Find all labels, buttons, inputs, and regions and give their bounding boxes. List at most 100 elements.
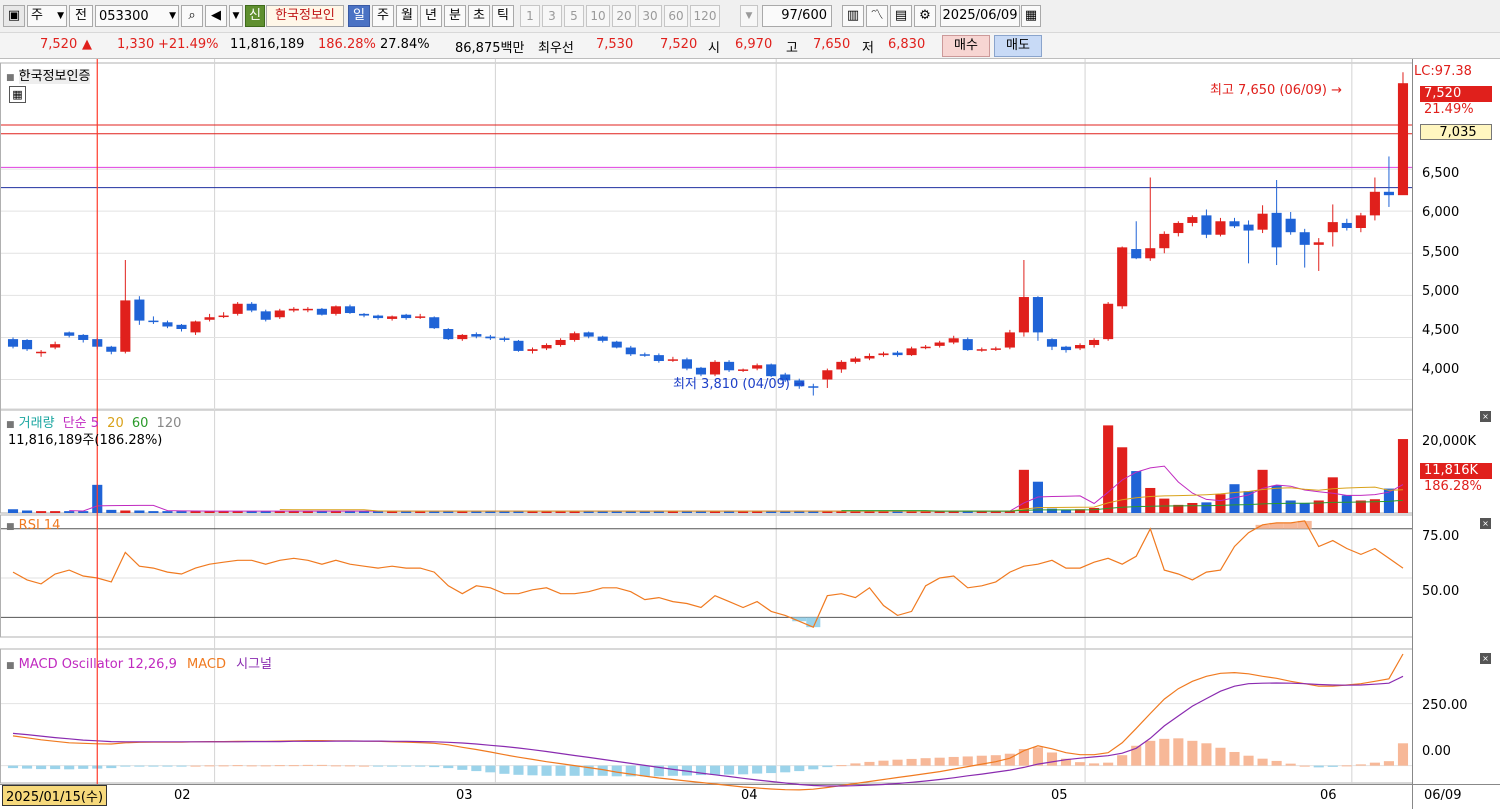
stock-code-input[interactable]	[96, 6, 178, 26]
macd-oscillator-bar	[808, 765, 819, 770]
date-field[interactable]: 2025/06/09	[940, 5, 1020, 27]
candle-body	[808, 386, 819, 388]
candle-body	[1145, 248, 1156, 259]
candle-body	[457, 334, 468, 340]
candle-body	[962, 339, 973, 351]
panel-menu-icon[interactable]: ×	[1480, 518, 1491, 529]
stock-code-combo[interactable]: ▼	[95, 5, 179, 27]
interval-120[interactable]: 120	[690, 5, 720, 27]
interval-5[interactable]: 5	[564, 5, 584, 27]
chart-area[interactable]: ■ 한국정보인증 ▦ 최고 7,650 (06/09) → 최저 3,810 (…	[0, 59, 1500, 809]
chevron-down-icon[interactable]: ▼	[169, 6, 176, 26]
macd-oscillator-bar	[485, 765, 496, 773]
tab-week[interactable]: 주	[372, 5, 394, 27]
candle-body	[176, 324, 187, 330]
candle-body	[878, 353, 889, 356]
price-tick-6500: 6,500	[1422, 166, 1460, 181]
tab-second[interactable]: 초	[468, 5, 490, 27]
candle-body	[1103, 303, 1114, 340]
layout-icon[interactable]: ▣	[3, 5, 25, 27]
search-icon[interactable]: ⌕	[181, 5, 203, 27]
macd-oscillator-bar	[1159, 738, 1170, 766]
custom-interval-select[interactable]: ▼	[740, 5, 758, 27]
candle-body	[1018, 297, 1029, 333]
macd-oscillator-bar	[358, 765, 370, 767]
panel-marker-icon: ■	[6, 661, 15, 671]
signal-button[interactable]: 신	[245, 5, 265, 27]
macd-oscillator-bar	[766, 765, 777, 774]
trade-amount: 86,875백만	[455, 41, 525, 56]
buy-button[interactable]: 매수	[942, 35, 990, 57]
interval-1[interactable]: 1	[520, 5, 540, 27]
macd-oscillator-bar	[232, 765, 243, 767]
tab-tick[interactable]: 틱	[492, 5, 514, 27]
macd-oscillator-bar	[1341, 765, 1352, 767]
macd-oscillator-bar	[218, 765, 229, 767]
candle-body	[639, 354, 650, 356]
macd-oscillator-bar	[892, 759, 903, 766]
interval-60[interactable]: 60	[664, 5, 688, 27]
macd-oscillator-bar	[780, 765, 791, 773]
compare-button[interactable]: 전	[69, 5, 93, 27]
sell-button[interactable]: 매도	[994, 35, 1042, 57]
macd-oscillator-bar	[794, 765, 805, 772]
tab-day[interactable]: 일	[348, 5, 370, 27]
candle-body	[330, 306, 341, 314]
chart-canvas[interactable]	[0, 59, 1500, 809]
period-select[interactable]: 주 ▼	[27, 5, 67, 27]
macd-oscillator-bar	[120, 765, 131, 767]
toolbar: ▣ 주 ▼ 전 ▼ ⌕ ◀ ▼ 신 한국정보인 일 주 월 년 분 초 틱 1 …	[0, 0, 1500, 33]
macd-oscillator-bar	[569, 765, 580, 776]
candle-body	[1117, 247, 1128, 307]
speaker-icon[interactable]: ◀	[205, 5, 227, 27]
candle-body	[401, 314, 412, 319]
volume-ratio: 186.28%	[318, 37, 376, 52]
macd-oscillator-bar	[415, 765, 426, 767]
x-label-05: 05	[1051, 788, 1068, 803]
up-arrow-icon: ▲	[82, 37, 92, 52]
panel-menu-icon[interactable]: ×	[1480, 411, 1491, 422]
interval-20[interactable]: 20	[612, 5, 636, 27]
interval-10[interactable]: 10	[586, 5, 610, 27]
calendar-icon[interactable]: ▦	[1021, 5, 1041, 27]
volume-bar	[1341, 495, 1352, 513]
candle-body	[1369, 191, 1380, 216]
rsi-panel-title: ■ RSI 14	[6, 518, 60, 533]
candle-body	[1229, 221, 1240, 227]
table-icon[interactable]: ▦	[9, 86, 26, 103]
cursor-date-label: 2025/01/15(수)	[2, 785, 108, 806]
interval-30[interactable]: 30	[638, 5, 662, 27]
candle-body	[1299, 232, 1310, 245]
candle-body	[1032, 297, 1043, 333]
candle-body	[78, 334, 89, 340]
panel-menu-icon[interactable]: ×	[1480, 653, 1491, 664]
macd-oscillator-bar	[1103, 762, 1114, 766]
macd-oscillator-bar	[1117, 755, 1128, 766]
tab-year[interactable]: 년	[420, 5, 442, 27]
chevron-down-icon[interactable]: ▼	[229, 5, 243, 27]
volume-bar	[1103, 425, 1114, 513]
volume-bar	[148, 511, 159, 513]
interval-3[interactable]: 3	[542, 5, 562, 27]
macd-oscillator-bar	[920, 758, 931, 766]
price-tick-5000: 5,000	[1422, 284, 1460, 299]
candle-body	[1285, 218, 1296, 233]
x-label-04: 04	[741, 788, 758, 803]
candle-body	[218, 315, 229, 318]
save-icon[interactable]: ▤	[890, 5, 912, 27]
volume-current-tag: 11,816K	[1420, 463, 1492, 479]
macd-oscillator-bar	[22, 765, 33, 769]
candle-body	[976, 349, 987, 351]
tab-month[interactable]: 월	[396, 5, 418, 27]
candle-body	[499, 338, 510, 340]
gear-icon[interactable]: ⚙	[914, 5, 936, 27]
macd-oscillator-bar	[1046, 752, 1058, 766]
high-label: 고	[786, 41, 798, 56]
macd-oscillator-bar	[1397, 743, 1409, 766]
macd-osc-title: MACD Oscillator 12,26,9	[18, 657, 177, 672]
tab-minute[interactable]: 분	[444, 5, 466, 27]
candle-type-icon[interactable]: ▥	[842, 5, 864, 27]
line-type-icon[interactable]: 〽	[866, 5, 888, 27]
data-count-field[interactable]: 97/600	[762, 5, 832, 27]
macd-oscillator-bar	[1383, 761, 1394, 766]
